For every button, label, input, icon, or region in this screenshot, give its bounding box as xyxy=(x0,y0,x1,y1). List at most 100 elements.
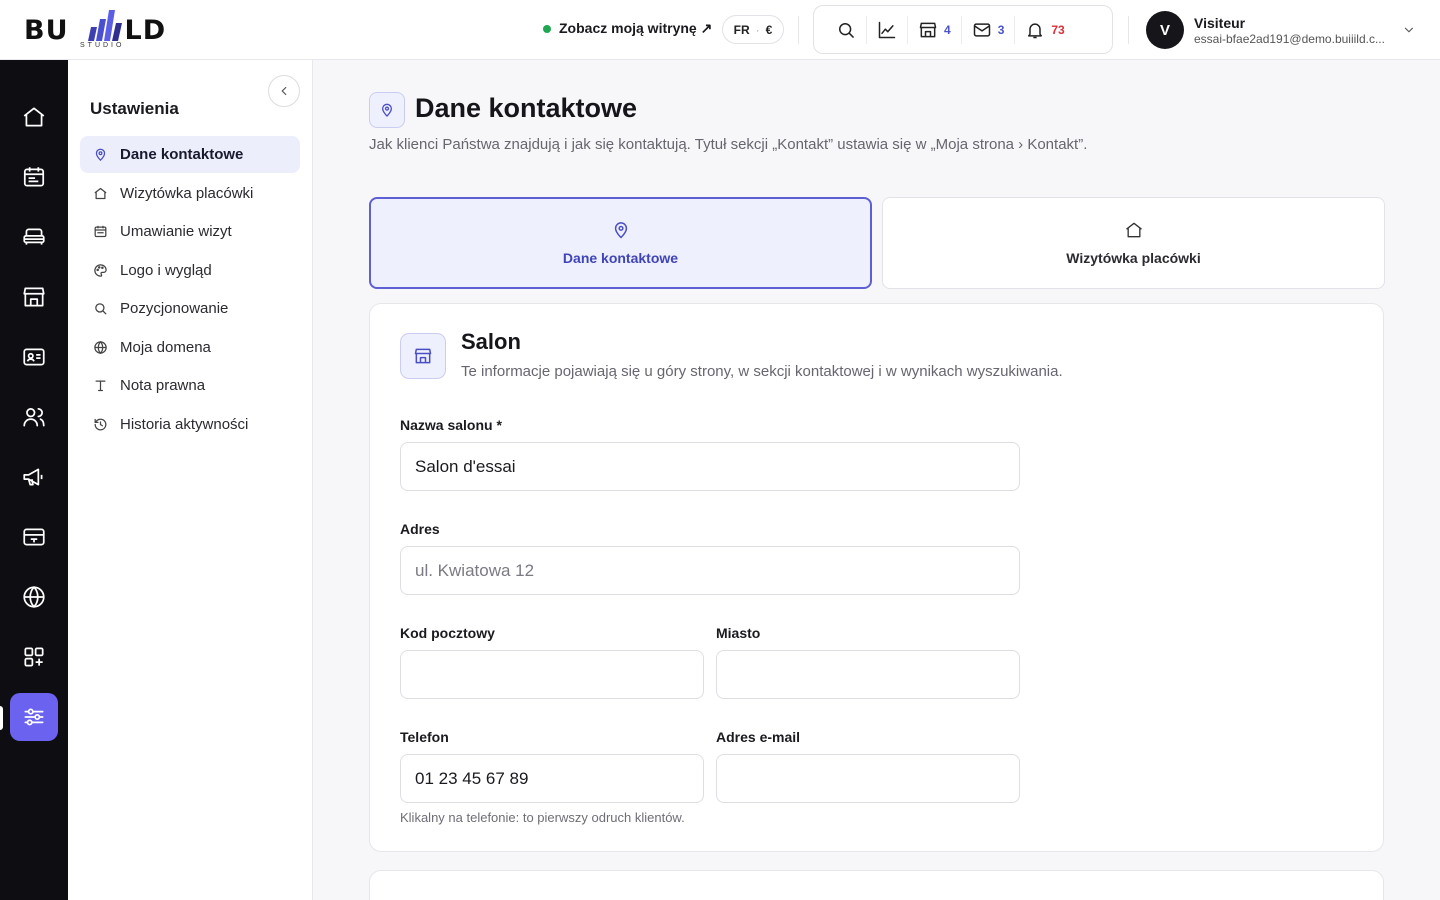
tab-business-card[interactable]: Wizytówka placówki xyxy=(882,197,1385,289)
rail-website[interactable] xyxy=(10,573,58,621)
map-pin-icon xyxy=(381,103,393,117)
home-icon xyxy=(23,107,45,127)
sidebar-item-logo-appearance[interactable]: Logo i wygląd xyxy=(80,252,300,289)
palette-icon xyxy=(94,263,107,277)
messages-button[interactable]: 3 xyxy=(960,15,1015,44)
rail-calendar[interactable] xyxy=(10,153,58,201)
home-icon xyxy=(1125,222,1142,238)
sidebar-item-seo[interactable]: Pozycjonowanie xyxy=(80,290,300,327)
calendar-icon xyxy=(94,225,107,238)
view-site-link[interactable]: Zobacz moją witrynę ↗ xyxy=(543,20,712,37)
postal-code-label: Kod pocztowy xyxy=(400,625,495,641)
city-label: Miasto xyxy=(716,625,761,641)
logo-bars-icon xyxy=(88,10,122,41)
sidebar-item-label: Umawianie wizyt xyxy=(120,223,232,240)
salon-card: Salon Te informacje pojawiają się u góry… xyxy=(369,303,1384,852)
mail-count-badge: 3 xyxy=(997,22,1005,37)
search-icon xyxy=(95,303,107,315)
map-pin-icon xyxy=(95,148,106,161)
sidebar-item-legal-notice[interactable]: Nota prawna xyxy=(80,367,300,404)
notifications-button[interactable]: 73 xyxy=(1014,15,1074,44)
address-label: Adres xyxy=(400,521,440,537)
map-pin-icon xyxy=(614,222,627,239)
page-title: Dane kontaktowe xyxy=(415,93,638,123)
rail-apps[interactable] xyxy=(10,633,58,681)
email-input[interactable] xyxy=(716,754,1020,803)
salon-card-description: Te informacje pojawiają się u góry stron… xyxy=(461,363,1063,380)
sliders-icon xyxy=(24,708,44,726)
calendar-icon xyxy=(23,167,45,187)
active-rail-marker xyxy=(0,706,3,730)
globe-icon xyxy=(23,586,45,608)
city-input[interactable] xyxy=(716,650,1020,699)
address-input[interactable] xyxy=(400,546,1020,595)
megaphone-icon xyxy=(23,468,43,486)
text-icon xyxy=(95,380,106,392)
sidebar-item-booking[interactable]: Umawianie wizyt xyxy=(80,213,300,250)
shop-button[interactable]: 4 xyxy=(907,15,961,44)
tab-label: Dane kontaktowe xyxy=(562,250,679,266)
language-currency-selector[interactable]: FR · € xyxy=(722,15,784,44)
sidebar-item-label: Dane kontaktowe xyxy=(120,146,244,163)
notifications-count-badge: 73 xyxy=(1051,22,1065,37)
sidebar-item-label: Historia aktywności xyxy=(120,415,249,433)
page-description: Jak klienci Państwa znajdują i jak się k… xyxy=(369,136,1088,153)
store-icon xyxy=(23,287,45,307)
settings-sidebar: Ustawienia Dane kontaktowe Wizytówka pla… xyxy=(68,60,313,900)
sidebar-item-business-card[interactable]: Wizytówka placówki xyxy=(80,175,300,212)
sidebar-item-activity-history[interactable]: Historia aktywności xyxy=(80,406,300,443)
user-name: Visiteur xyxy=(1194,14,1246,31)
search-icon xyxy=(839,22,854,38)
rail-home[interactable] xyxy=(10,93,58,141)
divider xyxy=(798,16,799,44)
avatar: V xyxy=(1146,11,1184,49)
main-content: Dane kontaktowe Jak klienci Państwa znaj… xyxy=(313,60,1440,900)
settings-nav: Dane kontaktowe Wizytówka placówki Umawi… xyxy=(80,136,300,444)
sidebar-item-label: Nota prawna xyxy=(120,377,206,394)
search-button[interactable] xyxy=(826,16,866,44)
bell-icon xyxy=(1028,22,1043,38)
logo[interactable]: BU LD STUDIO xyxy=(24,8,184,52)
rail-payments[interactable] xyxy=(10,513,58,561)
sidebar-item-domain[interactable]: Moja domena xyxy=(80,329,300,366)
home-icon xyxy=(94,187,107,199)
page-title-icon xyxy=(369,92,405,128)
postal-code-input[interactable] xyxy=(400,650,704,699)
salon-name-input[interactable] xyxy=(400,442,1020,491)
mail-icon xyxy=(973,22,990,37)
rail-clients[interactable] xyxy=(10,393,58,441)
rail-marketing[interactable] xyxy=(10,453,58,501)
phone-input[interactable] xyxy=(400,754,704,803)
tab-label: Wizytówka placówki xyxy=(1066,250,1201,266)
chevron-left-icon xyxy=(281,86,287,96)
sidebar-item-contact-details[interactable]: Dane kontaktowe xyxy=(80,136,300,173)
user-email: essai-bfae2ad191@demo.buiiild.c... xyxy=(1194,31,1385,46)
next-section-card xyxy=(369,870,1384,900)
separator-dot: · xyxy=(755,22,760,37)
rail-services[interactable] xyxy=(10,213,58,261)
sidebar-item-label: Logo i wygląd xyxy=(120,261,212,279)
rail-store[interactable] xyxy=(10,273,58,321)
chart-line-icon xyxy=(878,21,896,38)
rail-settings[interactable] xyxy=(10,693,58,741)
chevron-down-icon xyxy=(1405,27,1414,33)
globe-icon xyxy=(94,340,107,354)
phone-label: Telefon xyxy=(400,729,449,745)
sidebar-item-label: Pozycjonowanie xyxy=(120,300,229,317)
view-site-label: Zobacz moją witrynę ↗ xyxy=(559,20,713,36)
toolbar: 4 3 73 xyxy=(813,5,1113,54)
users-icon xyxy=(23,408,45,427)
currency-label: € xyxy=(765,22,773,37)
rail-contacts[interactable] xyxy=(10,333,58,381)
tab-contact-details[interactable]: Dane kontaktowe xyxy=(369,197,872,289)
store-icon xyxy=(919,22,937,37)
store-icon xyxy=(414,348,432,364)
collapse-sidebar-button[interactable] xyxy=(268,75,300,107)
id-card-icon xyxy=(23,348,45,366)
sidebar-item-label: Wizytówka placówki xyxy=(120,184,254,202)
salon-card-title: Salon xyxy=(461,329,521,354)
apps-add-icon xyxy=(24,647,44,667)
user-menu[interactable]: V Visiteur essai-bfae2ad191@demo.buiiild… xyxy=(1146,10,1416,50)
salon-card-icon xyxy=(400,333,446,379)
stats-button[interactable] xyxy=(866,15,907,44)
